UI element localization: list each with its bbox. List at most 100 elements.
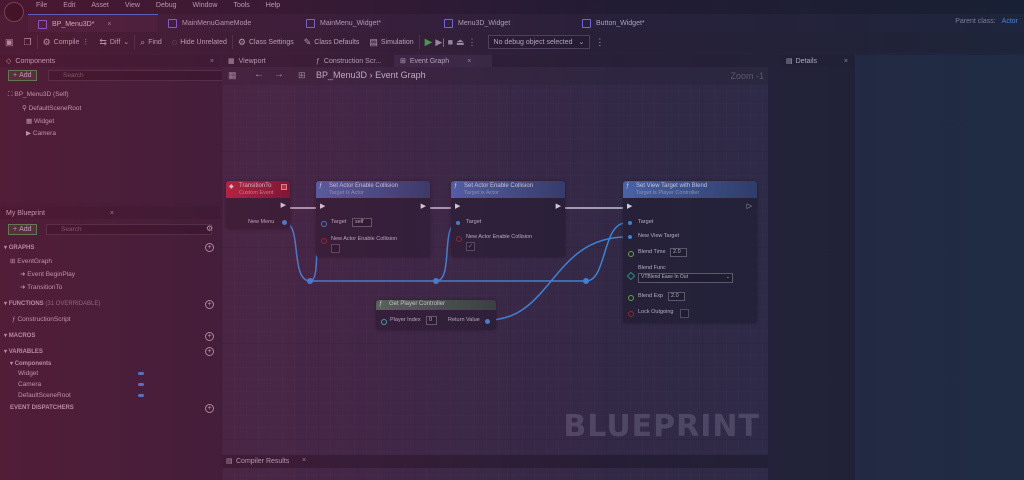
reroute-node[interactable] — [583, 278, 589, 284]
exec-in-pin[interactable]: ▶ — [455, 202, 460, 210]
unreal-logo-icon[interactable] — [4, 2, 24, 22]
blueprint-search-input[interactable]: Search — [46, 224, 212, 235]
menu-item-view[interactable]: View — [125, 2, 140, 9]
menu-item-help[interactable]: Help — [266, 2, 280, 9]
reroute-node[interactable] — [433, 278, 439, 284]
exec-out-pin[interactable]: ▶ — [421, 202, 426, 210]
macros-section[interactable]: ▾ MACROS — [4, 332, 35, 339]
collision-checkbox[interactable] — [331, 244, 340, 253]
class-defaults-button[interactable]: ✎ Class Defaults — [299, 35, 365, 49]
node-set-view-target-with-blend[interactable]: ƒ Set View Target with Blend Target is P… — [623, 181, 757, 323]
exec-in-pin[interactable]: ▶ — [627, 202, 632, 210]
target-value[interactable]: self — [352, 218, 372, 227]
compiler-results-tab[interactable]: ▤ Compiler Results × — [222, 455, 768, 468]
tree-item-eventgraph[interactable]: ⊞ EventGraph — [10, 257, 52, 265]
reroute-node[interactable] — [307, 278, 313, 284]
add-dispatcher-icon[interactable]: + — [205, 404, 214, 413]
diff-button[interactable]: ⇆ Diff ⌄ — [94, 35, 134, 49]
node-transition-to[interactable]: ◆ TransitionTo Custom Event ▶ New Menu — [226, 181, 290, 229]
exec-out-pin[interactable]: ▷ — [747, 202, 752, 210]
lock-outgoing-pin[interactable] — [628, 311, 634, 317]
player-index-pin[interactable] — [381, 319, 387, 325]
compile-button[interactable]: ⚙ Compile ⋮ — [36, 35, 95, 49]
tab-bp-menu3d[interactable]: BP_Menu3D* × — [28, 14, 158, 33]
menu-item-edit[interactable]: Edit — [63, 2, 75, 9]
menu-item-tools[interactable]: Tools — [233, 2, 249, 9]
node-get-player-controller[interactable]: ƒ Get Player Controller Player Index 0 R… — [376, 300, 496, 330]
return-value-pin[interactable] — [485, 319, 490, 324]
tree-item-event-begin-play[interactable]: ➜ Event BeginPlay — [20, 270, 75, 278]
lock-outgoing-checkbox[interactable] — [680, 309, 689, 318]
tree-item-defaultsceneroot[interactable]: ⚲ DefaultSceneRoot — [22, 104, 81, 112]
parent-class-value[interactable]: Actor — [1002, 18, 1018, 25]
save-button[interactable]: ▣ — [0, 35, 19, 49]
close-icon[interactable]: × — [107, 21, 111, 28]
kebab-icon[interactable]: ⋮ — [468, 37, 477, 48]
browse-button[interactable]: ❐ — [19, 35, 37, 49]
exec-out-pin[interactable]: ▶ — [556, 202, 561, 210]
target-pin[interactable] — [628, 221, 632, 225]
functions-section[interactable]: ▾ FUNCTIONS (31 OVERRIDABLE) — [4, 300, 100, 307]
components-category[interactable]: ▾ Components — [10, 360, 51, 367]
eject-icon[interactable]: ⏏ — [456, 37, 465, 48]
blend-time-value[interactable]: 2.0 — [670, 248, 687, 257]
tab-menu3d-widget[interactable]: Menu3D_Widget — [434, 14, 572, 32]
gear-icon[interactable]: ⚙ — [206, 224, 213, 233]
add-function-icon[interactable]: + — [205, 300, 214, 309]
menu-item-window[interactable]: Window — [193, 2, 218, 9]
blend-func-pin[interactable] — [626, 271, 636, 281]
close-icon[interactable]: × — [210, 58, 214, 65]
add-blueprint-button[interactable]: + Add — [8, 224, 37, 235]
event-dispatchers-section[interactable]: EVENT DISPATCHERS — [10, 405, 74, 411]
target-pin[interactable] — [321, 221, 327, 227]
close-icon[interactable]: × — [302, 457, 306, 464]
new-menu-pin[interactable] — [282, 220, 287, 225]
components-search-input[interactable]: Search — [48, 70, 230, 81]
tree-item-widget[interactable]: ▦ Widget — [26, 117, 54, 125]
tree-item-self[interactable]: ⛶ BP_Menu3D (Self) — [8, 91, 69, 99]
variable-camera[interactable]: Camera — [18, 381, 41, 388]
exec-out-pin[interactable]: ▶ — [281, 201, 286, 209]
graphs-section[interactable]: ▾ GRAPHS — [4, 244, 34, 251]
new-view-target-pin[interactable] — [628, 235, 632, 239]
tree-item-transition-to[interactable]: ➜ TransitionTo — [20, 283, 62, 291]
tab-button-widget[interactable]: Button_Widget* — [572, 14, 710, 32]
tab-mainmenu-widget[interactable]: MainMenu_Widget* — [296, 14, 434, 32]
class-settings-button[interactable]: ⚙ Class Settings — [231, 35, 299, 49]
blend-func-select[interactable]: VTBlend Ease In Out ⌄ — [638, 273, 733, 283]
add-variable-icon[interactable]: + — [205, 347, 214, 356]
hide-unrelated-button[interactable]: ◌ Hide Unrelated — [167, 35, 232, 49]
exec-in-pin[interactable]: ▶ — [320, 202, 325, 210]
debug-object-select[interactable]: No debug object selected ⌄ — [487, 35, 591, 49]
stop-icon[interactable]: ■ — [448, 37, 453, 47]
add-component-button[interactable]: + Add — [8, 70, 37, 81]
node-set-actor-enable-collision[interactable]: ƒ Set Actor Enable Collision Target is A… — [451, 181, 565, 257]
add-graph-icon[interactable]: + — [205, 243, 214, 252]
variables-section[interactable]: ▾ VARIABLES — [4, 348, 43, 355]
menu-item-debug[interactable]: Debug — [156, 2, 177, 9]
tab-mainmenugamemode[interactable]: MainMenuGameMode — [158, 14, 296, 32]
menu-item-file[interactable]: File — [36, 2, 47, 9]
close-icon[interactable]: × — [110, 210, 114, 217]
tree-item-construction-script[interactable]: ƒ ConstructionScript — [12, 316, 71, 323]
step-icon[interactable]: ▶| — [435, 37, 444, 48]
menu-item-asset[interactable]: Asset — [91, 2, 109, 9]
find-button[interactable]: ⌕ Find — [134, 35, 167, 49]
event-graph-panel[interactable]: ▦ Viewport ƒ Construction Scr... ⊞ Event Gr… — [222, 55, 768, 480]
add-macro-icon[interactable]: + — [205, 332, 214, 341]
blend-exp-pin[interactable] — [628, 295, 634, 301]
play-icon[interactable]: ▶ — [425, 37, 433, 48]
tree-item-camera[interactable]: ▶ Camera — [26, 129, 56, 137]
variable-widget[interactable]: Widget — [18, 370, 38, 377]
bool-pin[interactable] — [321, 238, 327, 244]
collision-checkbox-checked[interactable]: ✓ — [466, 242, 475, 251]
simulation-button[interactable]: ▤ Simulation — [364, 35, 418, 49]
close-icon[interactable]: × — [844, 58, 848, 65]
blend-exp-value[interactable]: 2.0 — [668, 292, 685, 301]
variable-defaultsceneroot[interactable]: DefaultSceneRoot — [18, 392, 71, 399]
delegate-pin-icon[interactable] — [281, 184, 287, 190]
bool-pin[interactable] — [456, 236, 462, 242]
player-index-value[interactable]: 0 — [426, 316, 437, 325]
debug-options-button[interactable]: ⋮ — [590, 35, 609, 49]
blend-time-pin[interactable] — [628, 251, 634, 257]
